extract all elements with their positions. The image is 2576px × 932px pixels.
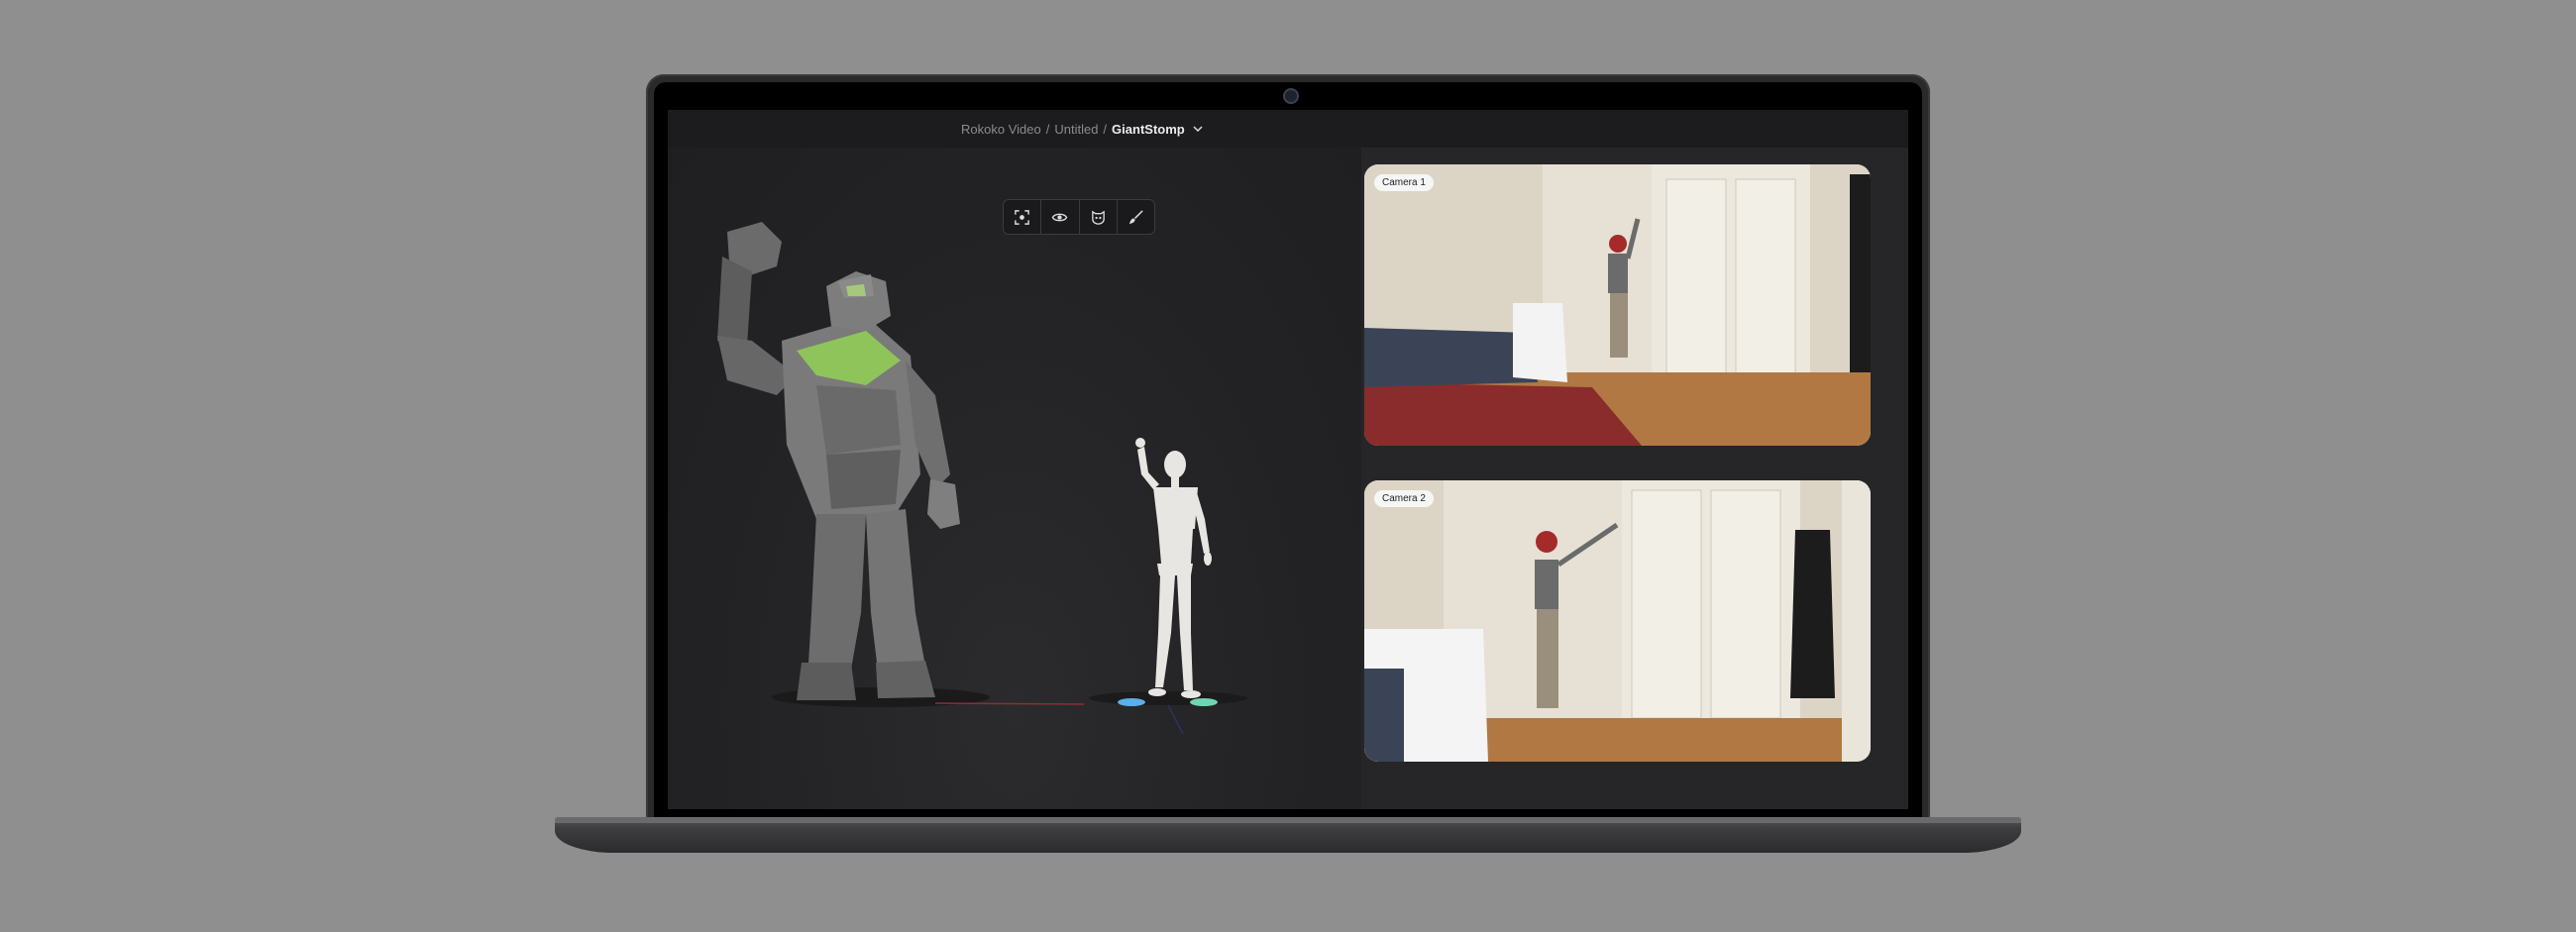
camera-2-label: Camera 2 <box>1374 490 1434 507</box>
camera-2-view[interactable]: Camera 2 <box>1364 480 1871 762</box>
camera-1-view[interactable]: Camera 1 <box>1364 164 1871 446</box>
brush-icon <box>1128 209 1143 224</box>
focus-frame-button[interactable] <box>1004 200 1042 234</box>
3d-scene <box>717 222 1247 735</box>
laptop-hinge <box>555 817 2021 823</box>
mannequin-character <box>1135 438 1212 698</box>
breadcrumb-item-root[interactable]: Rokoko Video <box>961 122 1041 137</box>
mannequin-shadow <box>1089 691 1247 705</box>
eye-icon <box>1052 213 1068 221</box>
camera-1-label: Camera 1 <box>1374 174 1434 191</box>
webcam-icon <box>1283 88 1299 104</box>
character-button[interactable] <box>1080 200 1118 234</box>
z-axis-line <box>1167 704 1184 735</box>
breadcrumb-item-project[interactable]: Untitled <box>1054 122 1098 137</box>
camera-2-image <box>1364 480 1871 762</box>
breadcrumb-separator: / <box>1045 121 1050 137</box>
x-axis-line <box>934 702 1085 705</box>
foot-marker-left <box>1118 698 1145 706</box>
visibility-button[interactable] <box>1041 200 1080 234</box>
breadcrumb-current[interactable]: GiantStomp <box>1112 122 1185 137</box>
breadcrumb-separator: / <box>1103 121 1108 137</box>
brush-button[interactable] <box>1118 200 1154 234</box>
focus-frame-icon <box>1015 209 1029 225</box>
breadcrumb: Rokoko Video / Untitled / GiantStomp <box>961 110 1204 148</box>
golem-character <box>717 222 960 700</box>
viewport-toolbar <box>1003 199 1155 235</box>
chevron-down-icon[interactable] <box>1192 123 1204 135</box>
3d-viewport[interactable] <box>668 148 1361 809</box>
character-mask-icon <box>1091 210 1105 225</box>
top-bar: Rokoko Video / Untitled / GiantStomp <box>668 110 1908 148</box>
app-window: Rokoko Video / Untitled / GiantStomp Cam… <box>668 110 1908 809</box>
camera-1-image <box>1364 164 1871 446</box>
foot-marker-right <box>1190 698 1218 706</box>
